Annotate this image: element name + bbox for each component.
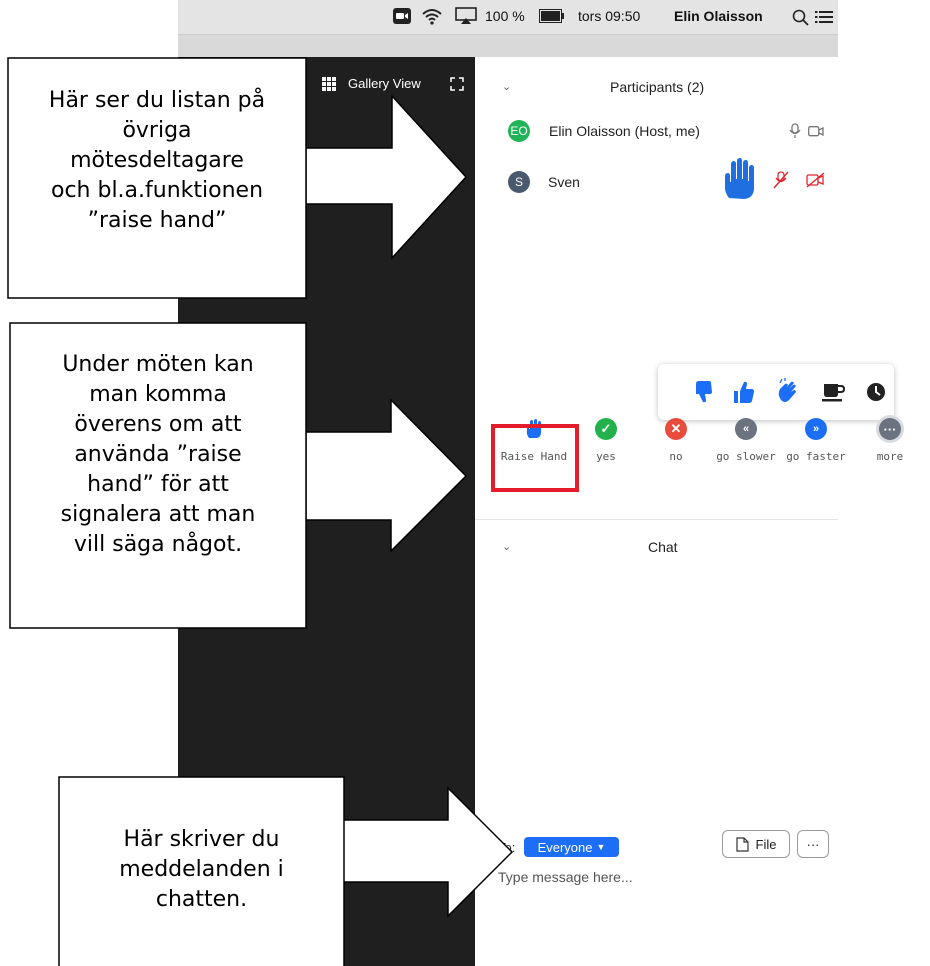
callout-line: hand” för att bbox=[87, 472, 229, 497]
go-slower-button[interactable]: « go slower bbox=[712, 418, 780, 498]
mac-menu-bar: 100 % tors 09:50 Elin Olaisson bbox=[178, 0, 838, 35]
go-slower-label: go slower bbox=[716, 450, 776, 463]
rewind-icon: « bbox=[735, 418, 757, 440]
avatar-sven: S bbox=[508, 171, 530, 193]
menubar-user[interactable]: Elin Olaisson bbox=[674, 8, 763, 24]
recipient-dropdown[interactable]: Everyone ▼ bbox=[524, 837, 619, 857]
wifi-icon[interactable] bbox=[421, 7, 443, 25]
callout-line: meddelanden i bbox=[119, 857, 284, 882]
callout-line: ”raise hand” bbox=[87, 208, 227, 233]
microphone-icon[interactable] bbox=[789, 123, 801, 139]
notification-center-icon[interactable] bbox=[815, 10, 833, 24]
spotlight-search-icon[interactable] bbox=[792, 9, 810, 27]
file-icon bbox=[735, 836, 749, 852]
raise-hand-highlight bbox=[491, 424, 579, 492]
dropdown-caret-icon: ▼ bbox=[596, 842, 606, 852]
gallery-view-button[interactable]: Gallery View bbox=[348, 76, 421, 91]
menubar-clock[interactable]: tors 09:50 bbox=[578, 8, 640, 24]
callout-line: överens om att bbox=[74, 412, 242, 437]
gallery-grid-icon[interactable] bbox=[322, 77, 336, 91]
callout-line: vill säga något. bbox=[73, 532, 243, 557]
go-faster-label: go faster bbox=[786, 450, 846, 463]
fullscreen-icon[interactable] bbox=[450, 77, 464, 91]
callout-line: signalera att man bbox=[60, 502, 256, 527]
to-label: To: bbox=[498, 840, 516, 855]
callout-line: Här skriver du bbox=[123, 827, 280, 852]
no-label: no bbox=[669, 450, 683, 463]
message-input[interactable]: Type message here... bbox=[498, 869, 633, 885]
avatar-elin: EO bbox=[508, 120, 530, 142]
chat-more-icon: ··· bbox=[806, 836, 820, 852]
participant-name-elin[interactable]: Elin Olaisson (Host, me) bbox=[549, 123, 700, 139]
raised-hand-icon bbox=[724, 158, 754, 199]
callout-line: och bl.a.funktionen bbox=[50, 178, 264, 203]
zoom-app-icon[interactable] bbox=[393, 8, 411, 24]
video-camera-icon[interactable] bbox=[808, 126, 824, 137]
chat-divider bbox=[475, 519, 838, 520]
battery-percent: 100 % bbox=[485, 8, 525, 24]
more-reactions-button[interactable]: ··· more bbox=[856, 418, 924, 498]
thumbs-up-icon[interactable] bbox=[733, 380, 755, 404]
clapping-hands-icon[interactable] bbox=[777, 378, 799, 404]
no-button[interactable]: ✕ no bbox=[642, 418, 710, 498]
chat-more-button[interactable]: ··· bbox=[797, 830, 829, 858]
callout-line: chatten. bbox=[155, 887, 248, 912]
callout-text-1: Här ser du listan på övriga mötesdeltaga… bbox=[8, 86, 306, 236]
collapse-chevron-icon[interactable]: ⌄ bbox=[502, 80, 511, 93]
participant-name-sven[interactable]: Sven bbox=[548, 174, 580, 190]
window-title-bar bbox=[178, 35, 838, 57]
callout-text-3: Här skriver du meddelanden i chatten. bbox=[59, 825, 344, 915]
yes-button[interactable]: ✓ yes bbox=[572, 418, 640, 498]
participants-title: Participants (2) bbox=[610, 79, 705, 95]
callout-line: använda ”raise bbox=[74, 442, 242, 467]
airplay-icon[interactable] bbox=[455, 7, 477, 25]
chat-title: Chat bbox=[648, 539, 678, 555]
file-button[interactable]: File bbox=[722, 830, 790, 858]
callout-line: mötesdeltagare bbox=[70, 148, 244, 173]
x-icon: ✕ bbox=[665, 418, 687, 440]
chat-collapse-chevron-icon[interactable]: ⌄ bbox=[502, 540, 511, 553]
thumbs-down-icon[interactable] bbox=[694, 380, 714, 404]
more-label: more bbox=[876, 450, 904, 463]
go-faster-button[interactable]: » go faster bbox=[782, 418, 850, 498]
callout-line: övriga bbox=[122, 118, 192, 143]
yes-label: yes bbox=[596, 450, 616, 463]
coffee-cup-icon[interactable] bbox=[822, 382, 846, 402]
callout-text-2: Under möten kan man komma överens om att… bbox=[10, 350, 306, 560]
muted-microphone-icon[interactable] bbox=[773, 171, 789, 189]
callout-line: Här ser du listan på bbox=[48, 88, 266, 113]
fast-forward-icon: » bbox=[805, 418, 827, 440]
video-off-icon[interactable] bbox=[806, 172, 826, 188]
callout-line: man komma bbox=[89, 382, 227, 407]
battery-icon[interactable] bbox=[539, 9, 565, 24]
callout-line: Under möten kan bbox=[62, 352, 254, 377]
file-label: File bbox=[755, 836, 777, 852]
recipient-value: Everyone bbox=[537, 839, 593, 855]
check-icon: ✓ bbox=[595, 418, 617, 440]
clock-icon[interactable] bbox=[866, 382, 886, 402]
ellipsis-icon: ··· bbox=[879, 418, 901, 440]
